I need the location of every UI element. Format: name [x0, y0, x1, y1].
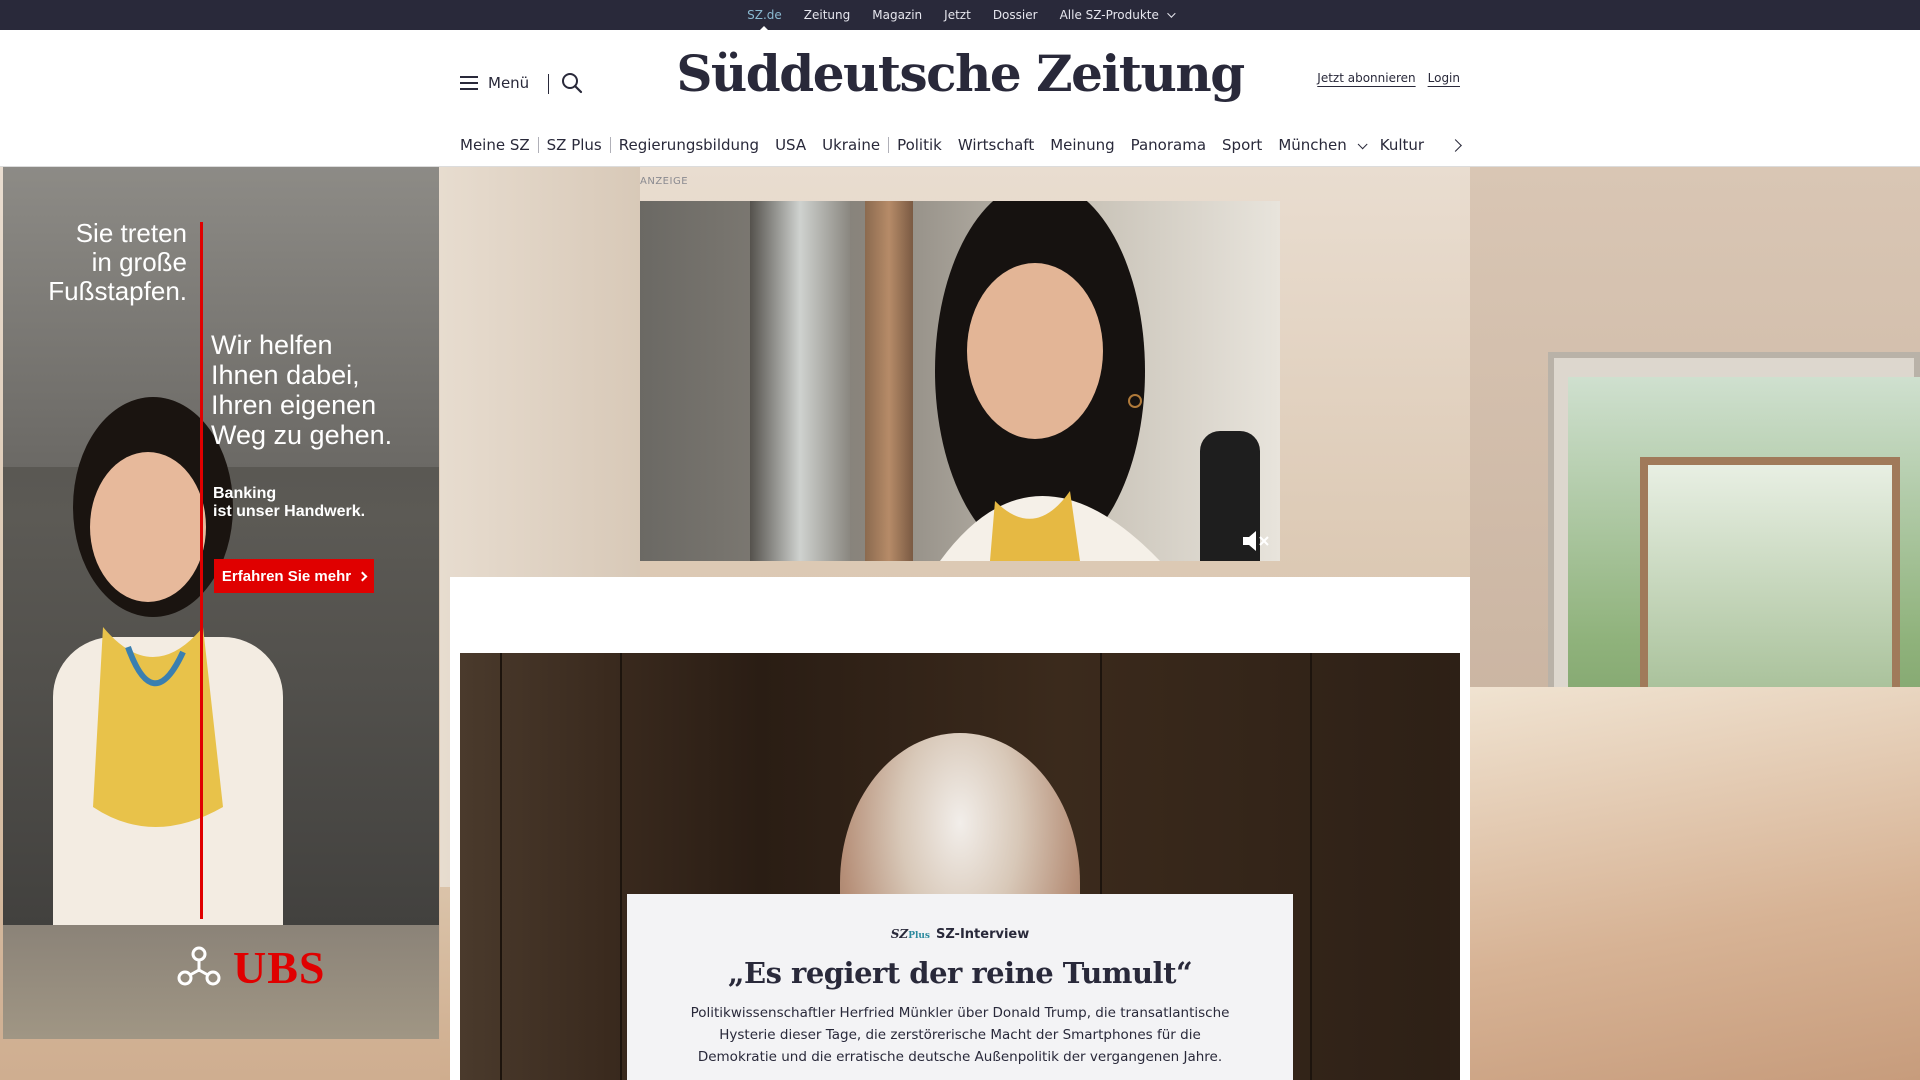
video-ad[interactable] — [640, 201, 1280, 561]
muted-speaker-icon[interactable] — [1241, 529, 1271, 553]
product-link-sz-de[interactable]: SZ.de — [747, 0, 782, 31]
nav-item-muenchen-label: München — [1278, 136, 1347, 154]
nav-item-regierungsbildung[interactable]: Regierungsbildung — [611, 136, 767, 154]
site-logo[interactable]: Süddeutsche Zeitung — [676, 44, 1245, 103]
nav-item-sz-plus[interactable]: SZ Plus — [539, 136, 610, 154]
ad-headline: Sie treten in große Fußstapfen. — [48, 218, 187, 306]
article-kicker-label: SZ-Interview — [935, 927, 1030, 942]
search-button[interactable] — [560, 71, 584, 95]
nav-item-wirtschaft[interactable]: Wirtschaft — [950, 136, 1042, 154]
ubs-logo: UBS — [173, 941, 325, 994]
menu-label: Menü — [488, 74, 530, 92]
hamburger-icon — [460, 76, 478, 90]
account-links: Jetzt abonnieren Login — [1317, 71, 1460, 85]
article-summary: Politikwissenschaftler Herfried Münkler … — [690, 1005, 1230, 1065]
all-products-label: Alle SZ-Produkte — [1059, 8, 1159, 22]
ubs-keys-icon — [177, 946, 221, 985]
ad-subline: Wir helfen Ihnen dabei, Ihren eigenen We… — [211, 330, 393, 450]
nav-scroll-right-button[interactable] — [1448, 135, 1468, 155]
ubs-skyscraper-ad[interactable]: Sie treten in große Fußstapfen. Wir helf… — [3, 167, 439, 1039]
article-teaser[interactable]: SZPlus SZ-Interview „Es regiert der rein… — [627, 894, 1293, 1080]
product-bar: SZ.de Zeitung Magazin Jetzt Dossier Alle… — [0, 0, 1920, 31]
nav-item-muenchen[interactable]: München — [1270, 136, 1371, 154]
product-link-zeitung[interactable]: Zeitung — [804, 0, 850, 30]
site-logo-wrap: Süddeutsche Zeitung — [0, 44, 1920, 103]
menu-button[interactable]: Menü — [460, 74, 529, 92]
site-header: Menü Süddeutsche Zeitung Jetzt abonniere… — [0, 30, 1920, 167]
product-link-dossier[interactable]: Dossier — [993, 0, 1038, 30]
ad-red-line — [200, 222, 203, 919]
section-nav: Meine SZ SZ Plus Regierungsbildung USA U… — [460, 130, 1432, 160]
nav-item-sport[interactable]: Sport — [1214, 136, 1270, 154]
nav-item-meinung[interactable]: Meinung — [1042, 136, 1122, 154]
chevron-down-icon — [1167, 9, 1176, 18]
nav-item-usa[interactable]: USA — [767, 136, 814, 154]
article-kicker: SZPlus SZ-Interview — [627, 927, 1293, 942]
sz-plus-badge: SZPlus — [891, 927, 930, 941]
nav-item-panorama[interactable]: Panorama — [1123, 136, 1214, 154]
chevron-right-icon — [357, 571, 368, 581]
sz-plus-brand: SZ — [890, 927, 909, 941]
subscribe-link[interactable]: Jetzt abonnieren — [1317, 71, 1415, 85]
ad-tagline: Banking ist unser Handwerk. — [213, 485, 366, 520]
nav-item-kultur[interactable]: Kultur — [1372, 136, 1432, 154]
chevron-down-icon — [1357, 139, 1368, 150]
product-link-jetzt[interactable]: Jetzt — [944, 0, 971, 30]
login-link[interactable]: Login — [1428, 71, 1460, 85]
ubs-wordmark: UBS — [233, 942, 326, 993]
nav-item-ukraine[interactable]: Ukraine — [814, 136, 888, 154]
ad-cta-button[interactable]: Erfahren Sie mehr — [214, 559, 374, 593]
nav-item-politik[interactable]: Politik — [889, 136, 950, 154]
product-link-magazin[interactable]: Magazin — [872, 0, 922, 30]
nav-item-meine-sz[interactable]: Meine SZ — [460, 136, 538, 154]
ad-label: ANZEIGE — [640, 176, 689, 187]
ad-woman-portrait — [935, 201, 1160, 561]
sz-plus-suffix: Plus — [908, 931, 930, 941]
header-divider — [548, 74, 549, 94]
all-products-dropdown[interactable]: Alle SZ-Produkte — [1059, 0, 1176, 30]
search-icon — [562, 73, 583, 94]
ad-cta-label: Erfahren Sie mehr — [221, 567, 352, 585]
article-title[interactable]: „Es regiert der reine Tumult“ — [627, 956, 1293, 990]
